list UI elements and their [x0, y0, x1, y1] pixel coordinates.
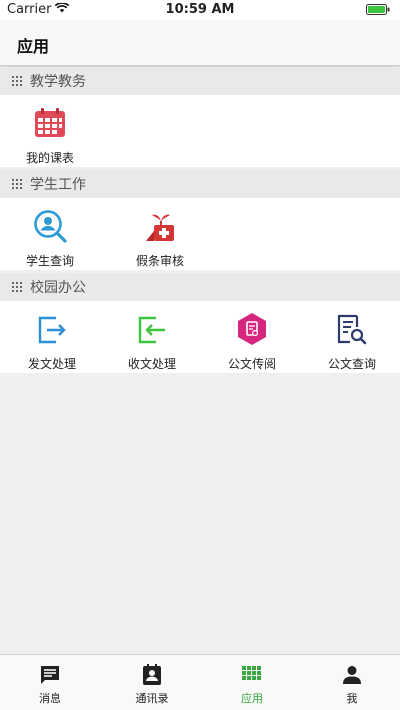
- app-tile-label: 公文查询: [327, 357, 376, 371]
- tab-bar: 消息 通讯录 应用 我: [0, 654, 400, 710]
- battery-icon: [366, 4, 390, 19]
- app-tile-label: 公文传阅: [227, 357, 276, 371]
- app-tile-document-search[interactable]: 公文查询: [302, 301, 400, 373]
- document-search-icon: [334, 311, 370, 347]
- tab-label: 消息: [39, 692, 61, 705]
- app-tile-my-schedule[interactable]: 我的课表: [0, 95, 100, 167]
- app-tile-receive-document[interactable]: 收文处理: [102, 301, 202, 373]
- apps-grid-icon: [240, 663, 264, 687]
- section-title: 校园办公: [30, 280, 86, 296]
- app-tile-label: 收文处理: [127, 357, 176, 371]
- app-tile-label: 我的课表: [25, 151, 74, 165]
- section-title: 教学教务: [30, 74, 86, 90]
- section-body-teaching: 我的课表: [0, 95, 400, 167]
- section-body-student-affairs: 学生查询 假条审核: [0, 198, 400, 270]
- status-bar: Carrier 10:59 AM: [0, 0, 400, 20]
- tab-messages[interactable]: 消息: [0, 655, 100, 710]
- status-time: 10:59 AM: [165, 2, 235, 17]
- medical-leave-icon: [142, 208, 178, 244]
- circulate-document-icon: [234, 311, 270, 347]
- grid-dots-icon: [12, 282, 22, 292]
- page-title: 应用: [17, 37, 50, 56]
- tab-label: 我: [346, 692, 358, 705]
- person-icon: [340, 663, 364, 687]
- receive-document-icon: [134, 311, 170, 347]
- calendar-icon: [32, 105, 68, 141]
- navigation-bar: 应用: [0, 20, 400, 66]
- app-tile-send-document[interactable]: 发文处理: [2, 301, 102, 373]
- section-title: 学生工作: [30, 177, 86, 193]
- tab-label: 应用: [241, 692, 263, 705]
- grid-dots-icon: [12, 179, 22, 189]
- grid-dots-icon: [12, 76, 22, 86]
- app-tile-leave-review[interactable]: 假条审核: [110, 198, 210, 270]
- person-search-icon: [32, 208, 68, 244]
- tab-apps[interactable]: 应用: [202, 655, 302, 710]
- app-tile-label: 假条审核: [135, 254, 184, 268]
- app-tile-label: 发文处理: [27, 357, 76, 371]
- tab-contacts[interactable]: 通讯录: [102, 655, 202, 710]
- section-header-student-affairs: 学生工作: [0, 170, 400, 198]
- tab-label: 通讯录: [135, 692, 169, 705]
- send-document-icon: [34, 311, 70, 347]
- tab-me[interactable]: 我: [302, 655, 400, 710]
- section-header-campus-office: 校园办公: [0, 273, 400, 301]
- app-tile-label: 学生查询: [25, 254, 74, 268]
- app-tile-student-search[interactable]: 学生查询: [0, 198, 100, 270]
- section-body-campus-office: 发文处理 收文处理 公文传阅 公文查询: [0, 301, 400, 373]
- contacts-icon: [140, 663, 164, 687]
- message-icon: [38, 663, 62, 687]
- section-header-teaching: 教学教务: [0, 67, 400, 95]
- app-tile-circulate-document[interactable]: 公文传阅: [202, 301, 302, 373]
